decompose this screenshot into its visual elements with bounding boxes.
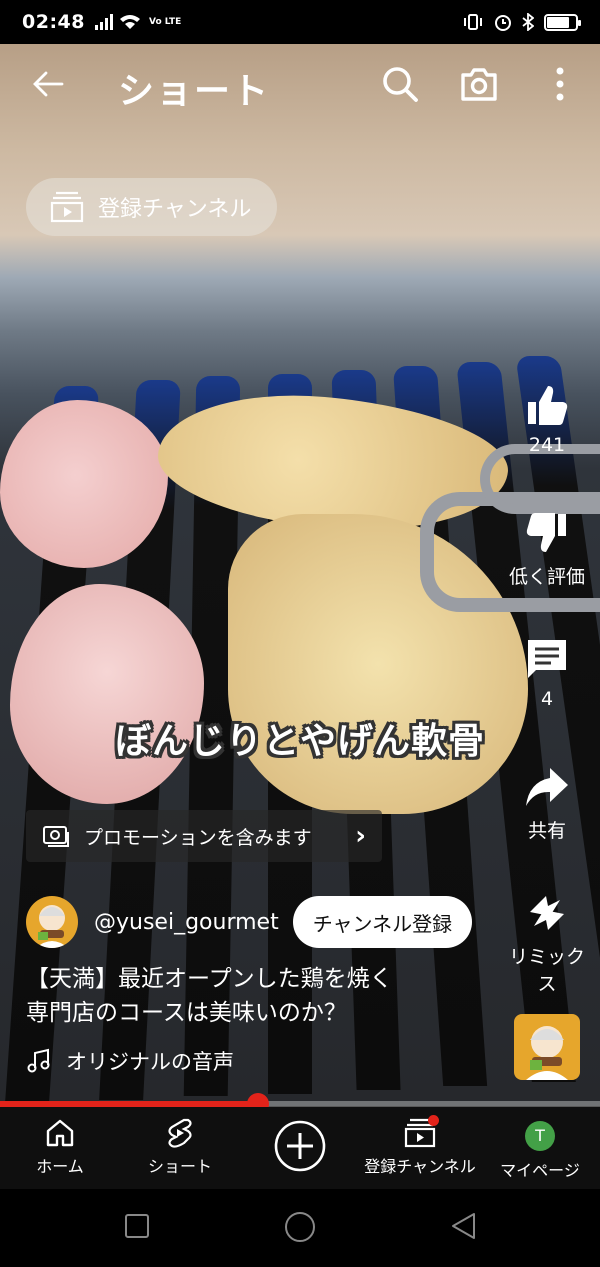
thumbs-down-icon [526, 513, 566, 552]
channel-handle[interactable]: @yusei_gourmet [94, 910, 279, 935]
sound-label: オリジナルの音声 [66, 1050, 234, 1074]
alarm-icon [495, 15, 511, 31]
remix-icon [530, 896, 564, 930]
subscriptions-chip-label: 登録チャンネル [98, 197, 252, 222]
shorts-icon [168, 1118, 192, 1148]
wifi-icon [119, 15, 140, 29]
chevron-right-icon: › [355, 821, 366, 851]
share-button[interactable]: 共有 [500, 764, 594, 843]
system-navigation-bar [0, 1189, 600, 1267]
status-bar: 02:48 Vo LTE [0, 0, 600, 44]
comments-button[interactable]: 4 [500, 636, 594, 710]
share-label: 共有 [527, 820, 566, 842]
nav-subscriptions-label: 登録チャンネル [364, 1157, 476, 1176]
nav-shorts-label: ショート [147, 1157, 212, 1176]
comment-icon [528, 640, 566, 678]
like-button[interactable]: 241 [500, 382, 594, 456]
video-title-line: 【天満】最近オープンした鶏を焼く [26, 966, 393, 992]
sound-link[interactable]: オリジナルの音声 [26, 1046, 234, 1076]
nav-home-label: ホーム [36, 1157, 84, 1176]
dislike-button[interactable]: 低く評価 [500, 510, 594, 589]
share-arrow-icon [526, 768, 568, 806]
clock: 02:48 [22, 11, 85, 33]
volte-indicator: Vo LTE [148, 16, 182, 27]
signal-icon [94, 14, 113, 30]
back-arrow-icon[interactable] [30, 66, 66, 102]
nav-home[interactable]: ホーム [0, 1117, 120, 1177]
video-caption-overlay: ぼんじりとやげん軟骨 [114, 721, 485, 762]
bottom-navigation: ホーム ショート 登録チャンネル T マイページ [0, 1107, 600, 1189]
avatar: T [525, 1121, 555, 1151]
battery-icon [544, 13, 581, 31]
vibrate-icon [464, 14, 482, 30]
promotion-label: プロモーションを含みます [84, 826, 312, 849]
recent-apps-icon[interactable] [124, 1213, 150, 1239]
nav-create[interactable] [240, 1119, 360, 1177]
comment-count: 4 [540, 688, 554, 710]
nav-subscriptions[interactable]: 登録チャンネル [360, 1117, 480, 1177]
dislike-label: 低く評価 [508, 566, 585, 588]
meat-piece [10, 584, 204, 804]
shorts-header: ショート [0, 44, 600, 128]
subscriptions-icon [50, 191, 84, 223]
home-icon [46, 1119, 74, 1147]
paid-promotion-icon [43, 826, 69, 847]
remix-button[interactable]: リミックス [500, 890, 594, 996]
search-icon[interactable] [380, 64, 420, 104]
nav-mypage[interactable]: T マイページ [480, 1117, 600, 1181]
camera-icon[interactable] [459, 64, 499, 104]
channel-row: @yusei_gourmet チャンネル登録 [26, 896, 473, 948]
create-plus-icon [274, 1120, 326, 1172]
nav-mypage-label: マイページ [500, 1161, 580, 1180]
sound-thumbnail[interactable] [514, 1014, 580, 1080]
video-title-line: 専門店のコースは美味いのか？ [26, 1000, 347, 1026]
subscriptions-chip[interactable]: 登録チャンネル [26, 178, 278, 236]
music-note-icon [27, 1048, 50, 1073]
back-triangle-icon[interactable] [450, 1211, 478, 1241]
remix-label: リミックス [508, 946, 585, 995]
subscribe-button[interactable]: チャンネル登録 [292, 896, 473, 948]
bluetooth-icon [522, 13, 534, 31]
channel-avatar[interactable] [26, 896, 78, 948]
video-title[interactable]: 【天満】最近オープンした鶏を焼く 専門店のコースは美味いのか？ [26, 962, 476, 1030]
home-circle-icon[interactable] [284, 1211, 316, 1243]
thumbs-up-icon [528, 386, 568, 425]
promotion-notice[interactable]: プロモーションを含みます › [26, 810, 382, 862]
page-title: ショート [118, 71, 271, 112]
more-options-icon[interactable] [540, 64, 580, 104]
nav-shorts[interactable]: ショート [120, 1117, 240, 1177]
new-content-dot [428, 1115, 439, 1126]
like-count: 241 [528, 434, 566, 456]
